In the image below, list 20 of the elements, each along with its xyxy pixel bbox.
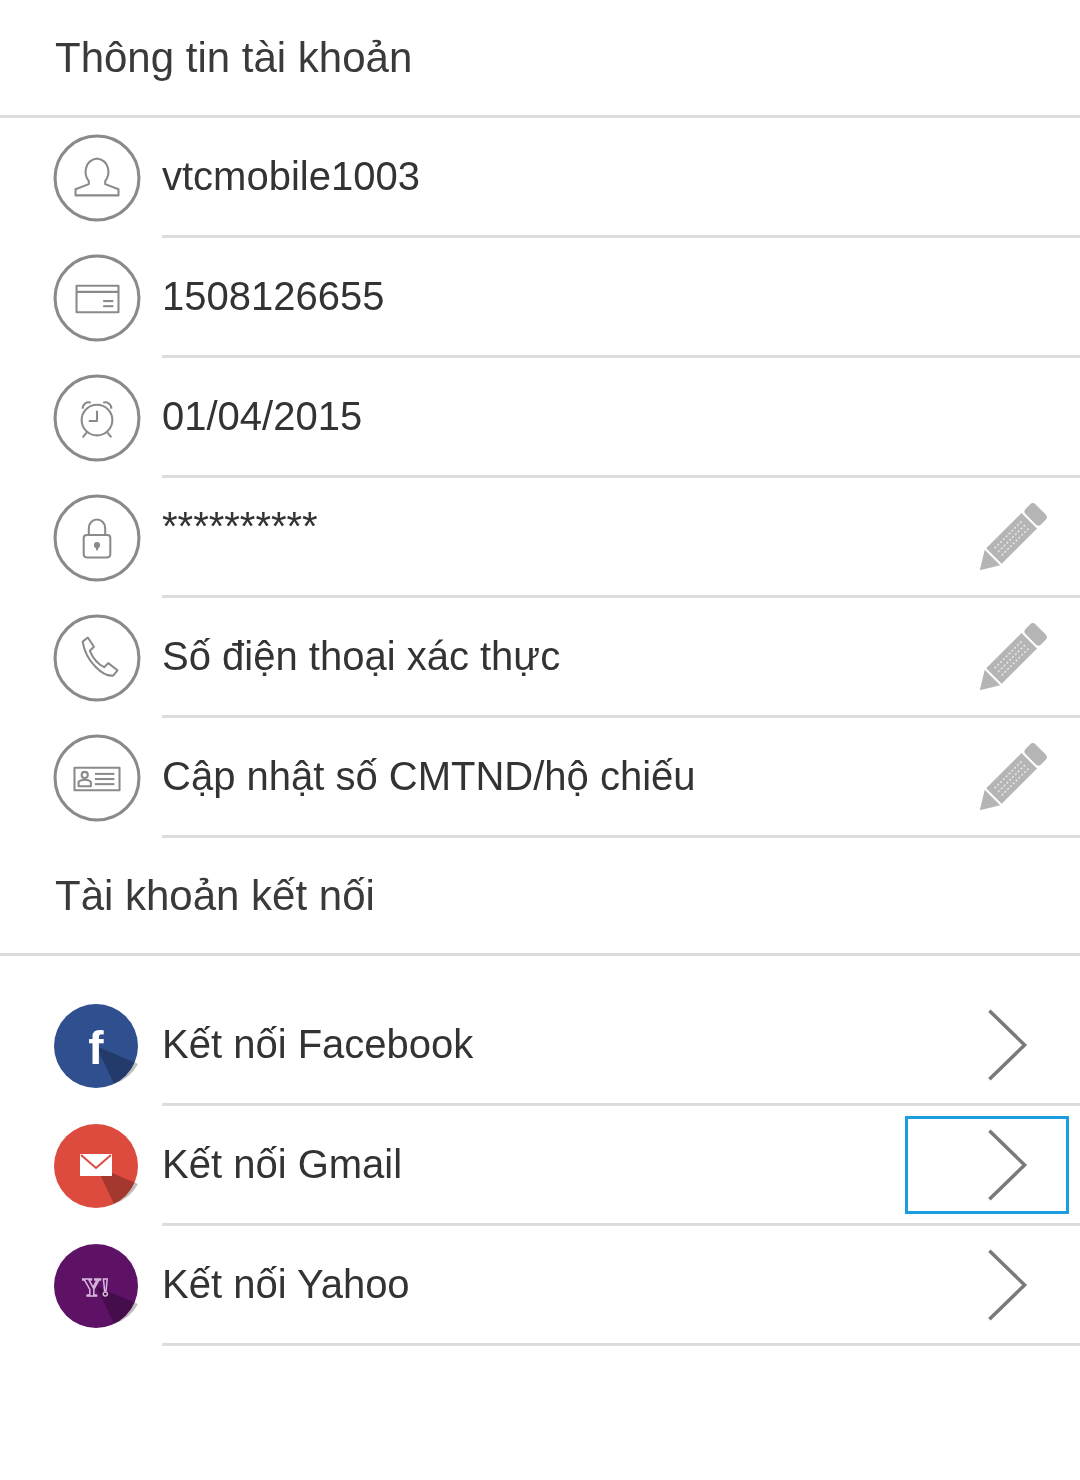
user-icon xyxy=(53,134,141,222)
connect-label[interactable]: Kết nối Facebook xyxy=(162,1022,474,1067)
account-value: 01/04/2015 xyxy=(162,394,363,439)
id-card-icon xyxy=(53,734,141,822)
account-value: vtcmobile1003 xyxy=(162,154,420,199)
card-icon xyxy=(53,254,141,342)
account-value: ********** xyxy=(162,504,318,549)
account-value: Số điện thoại xác thực xyxy=(162,634,561,679)
section-title: Tài khoản kết nối xyxy=(55,871,375,920)
alarm-clock-icon xyxy=(53,374,141,462)
yahoo-icon: Y! xyxy=(54,1244,138,1328)
section-title: Thông tin tài khoản xyxy=(55,33,413,82)
chevron-button[interactable] xyxy=(905,1115,1069,1214)
connect-label[interactable]: Kết nối Yahoo xyxy=(162,1262,410,1307)
account-value: Cập nhật số CMTND/hộ chiếu xyxy=(162,754,696,799)
facebook-icon: f xyxy=(54,1004,138,1088)
connect-label[interactable]: Kết nối Gmail xyxy=(162,1142,403,1187)
account-value: 1508126655 xyxy=(162,274,385,319)
lock-icon xyxy=(53,494,141,582)
phone-icon xyxy=(53,614,141,702)
